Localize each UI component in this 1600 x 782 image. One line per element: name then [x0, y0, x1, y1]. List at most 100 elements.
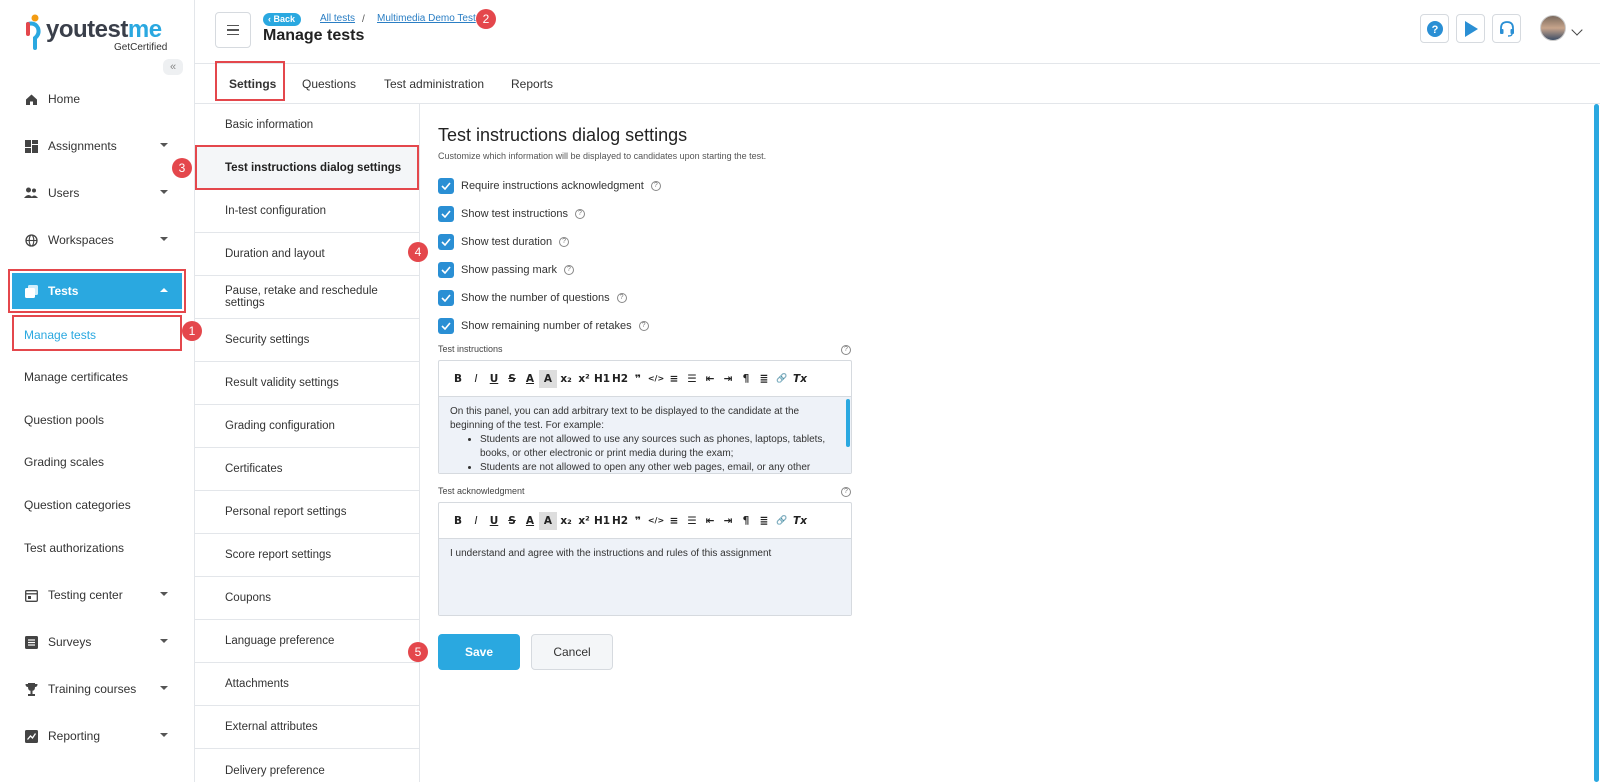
italic-icon[interactable]: I [467, 370, 485, 388]
back-button[interactable]: ‹ Back [263, 13, 302, 26]
cancel-button[interactable]: Cancel [531, 634, 613, 670]
sidebar-item-workspaces[interactable]: Workspaces [12, 222, 182, 258]
blockquote-icon[interactable]: ❞ [629, 512, 647, 530]
subscript-icon[interactable]: x₂ [557, 370, 575, 388]
heading2-icon[interactable]: H2 [611, 512, 629, 530]
tab-test-administration[interactable]: Test administration [384, 77, 484, 91]
help-circle-icon[interactable]: ? [564, 265, 574, 275]
section-language-preference[interactable]: Language preference [195, 620, 419, 663]
font-color-icon[interactable]: A [521, 370, 539, 388]
checkbox-checked-icon[interactable] [438, 318, 454, 334]
indent-icon[interactable]: ⇥ [719, 512, 737, 530]
editor-scrollbar[interactable] [846, 399, 850, 447]
link-icon[interactable]: 🔗 [773, 370, 791, 388]
paragraph-direction-icon[interactable]: ¶ [737, 512, 755, 530]
code-icon[interactable]: </> [647, 512, 665, 530]
chevron-down-icon[interactable] [1571, 24, 1583, 36]
tab-reports[interactable]: Reports [511, 77, 553, 91]
breadcrumb-current-test[interactable]: Multimedia Demo Test [377, 13, 476, 24]
checkbox-checked-icon[interactable] [438, 234, 454, 250]
checkbox-show-passing-mark[interactable]: Show passing mark ? [438, 262, 574, 278]
acknowledgment-editor[interactable]: B I U S A A x₂ x² H1 H2 ❞ </> ≡ ☰ ⇤ ⇥ ¶ … [438, 502, 852, 616]
checkbox-require-acknowledgment[interactable]: Require instructions acknowledgment ? [438, 178, 661, 194]
help-circle-icon[interactable]: ? [559, 237, 570, 247]
sidebar-subitem-question-categories[interactable]: Question categories [24, 498, 131, 512]
section-certificates[interactable]: Certificates [195, 448, 419, 491]
section-pause-retake-reschedule[interactable]: Pause, retake and reschedule settings [195, 276, 419, 319]
align-icon[interactable]: ≣ [755, 370, 773, 388]
bullet-list-icon[interactable]: ☰ [683, 512, 701, 530]
background-color-icon[interactable]: A [539, 511, 557, 530]
italic-icon[interactable]: I [467, 512, 485, 530]
sidebar-subitem-manage-tests[interactable]: Manage tests [24, 328, 96, 342]
section-duration-and-layout[interactable]: Duration and layout [195, 233, 419, 276]
breadcrumb-all-tests[interactable]: All tests [320, 13, 355, 24]
play-button[interactable] [1456, 14, 1485, 43]
checkbox-checked-icon[interactable] [438, 206, 454, 222]
strikethrough-icon[interactable]: S [503, 370, 521, 388]
paragraph-direction-icon[interactable]: ¶ [737, 370, 755, 388]
code-icon[interactable]: </> [647, 370, 665, 388]
ordered-list-icon[interactable]: ≡ [665, 512, 683, 530]
section-grading-configuration[interactable]: Grading configuration [195, 405, 419, 448]
help-button[interactable]: ? [1420, 14, 1449, 43]
bold-icon[interactable]: B [449, 512, 467, 530]
help-circle-icon[interactable]: ? [650, 181, 661, 191]
font-color-icon[interactable]: A [521, 512, 539, 530]
underline-icon[interactable]: U [485, 512, 503, 530]
instructions-editor[interactable]: B I U S A A x₂ x² H1 H2 ❞ </> ≡ ☰ ⇤ ⇥ ¶ … [438, 360, 852, 474]
section-score-report[interactable]: Score report settings [195, 534, 419, 577]
section-coupons[interactable]: Coupons [195, 577, 419, 620]
sidebar-item-testing-center[interactable]: Testing center [12, 577, 182, 613]
superscript-icon[interactable]: x² [575, 512, 593, 530]
section-in-test-configuration[interactable]: In-test configuration [195, 190, 419, 233]
sidebar-subitem-test-authorizations[interactable]: Test authorizations [24, 541, 124, 555]
sidebar-item-assignments[interactable]: Assignments [12, 128, 182, 164]
checkbox-show-number-of-questions[interactable]: Show the number of questions ? [438, 290, 627, 306]
section-external-attributes[interactable]: External attributes [195, 706, 419, 749]
subscript-icon[interactable]: x₂ [557, 512, 575, 530]
link-icon[interactable]: 🔗 [773, 512, 791, 530]
instructions-text[interactable]: On this panel, you can add arbitrary tex… [439, 397, 851, 473]
blockquote-icon[interactable]: ❞ [629, 370, 647, 388]
checkbox-show-instructions[interactable]: Show test instructions ? [438, 206, 585, 222]
strikethrough-icon[interactable]: S [503, 512, 521, 530]
sidebar-subitem-manage-certificates[interactable]: Manage certificates [24, 370, 128, 384]
heading1-icon[interactable]: H1 [593, 370, 611, 388]
clear-format-icon[interactable]: Tx [791, 512, 809, 530]
section-delivery-preference[interactable]: Delivery preference [195, 749, 419, 782]
tab-questions[interactable]: Questions [302, 77, 356, 91]
sidebar-item-tests[interactable]: Tests [8, 269, 186, 313]
help-circle-icon[interactable]: ? [841, 487, 851, 497]
double-chevron-left-icon[interactable]: « [163, 59, 183, 75]
sidebar-item-users[interactable]: Users [12, 175, 182, 211]
tab-settings[interactable]: Settings [229, 77, 276, 91]
page-scrollbar[interactable] [1594, 104, 1599, 782]
help-circle-icon[interactable]: ? [575, 209, 585, 219]
checkbox-checked-icon[interactable] [438, 178, 454, 194]
sidebar-item-training-courses[interactable]: Training courses [12, 671, 182, 707]
ordered-list-icon[interactable]: ≡ [665, 370, 683, 388]
checkbox-show-duration[interactable]: Show test duration ? [438, 234, 570, 250]
bold-icon[interactable]: B [449, 370, 467, 388]
section-basic-information[interactable]: Basic information [195, 104, 419, 147]
indent-icon[interactable]: ⇥ [719, 370, 737, 388]
outdent-icon[interactable]: ⇤ [701, 370, 719, 388]
help-circle-icon[interactable]: ? [841, 345, 851, 355]
user-avatar[interactable] [1540, 15, 1566, 41]
sidebar-item-surveys[interactable]: Surveys [12, 624, 182, 660]
help-circle-icon[interactable]: ? [616, 293, 627, 303]
sidebar-subitem-question-pools[interactable]: Question pools [24, 413, 104, 427]
checkbox-checked-icon[interactable] [438, 262, 454, 278]
clear-format-icon[interactable]: Tx [791, 370, 809, 388]
support-button[interactable] [1492, 14, 1521, 43]
underline-icon[interactable]: U [485, 370, 503, 388]
sidebar-item-home[interactable]: Home [12, 81, 182, 117]
outdent-icon[interactable]: ⇤ [701, 512, 719, 530]
hamburger-menu-button[interactable] [215, 12, 251, 48]
acknowledgment-text[interactable]: I understand and agree with the instruct… [439, 539, 851, 615]
sidebar-subitem-grading-scales[interactable]: Grading scales [24, 455, 104, 469]
section-security-settings[interactable]: Security settings [195, 319, 419, 362]
heading2-icon[interactable]: H2 [611, 370, 629, 388]
save-button[interactable]: Save [438, 634, 520, 670]
